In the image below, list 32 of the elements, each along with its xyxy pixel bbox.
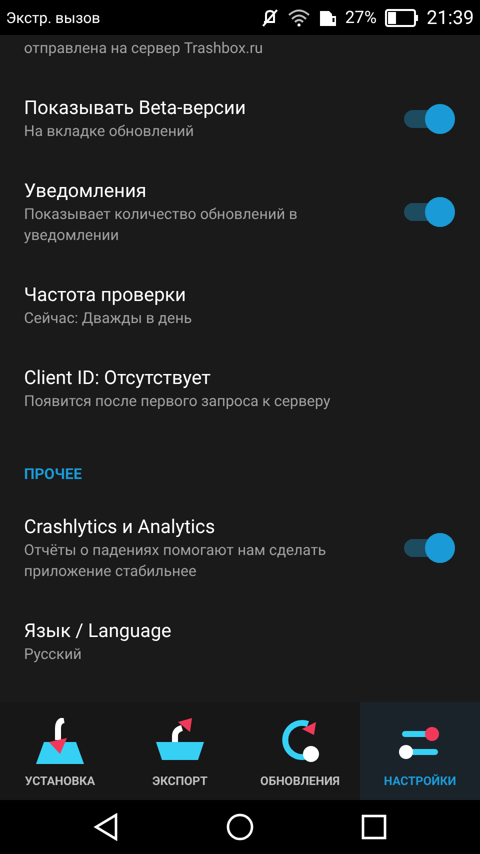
section-header: ПРОЧЕЕ: [23, 464, 83, 485]
muted-icon: [261, 8, 280, 28]
nav-tab[interactable]: УСТАНОВКА: [0, 702, 120, 800]
setting-title[interactable]: Частота проверки: [24, 282, 456, 308]
recents-icon[interactable]: [360, 814, 387, 840]
battery-percent: 27%: [345, 8, 377, 28]
setting-description: Отчёты о падениях помогают нам сделать приложение стабильнее: [24, 540, 328, 582]
carrier-label: Экстр. вызов: [6, 8, 100, 26]
setting-description: Русский: [24, 644, 83, 665]
battery-icon: [384, 8, 419, 26]
setting-title[interactable]: Client ID: Отсутствует: [24, 365, 456, 391]
toggle-switch[interactable]: [404, 532, 456, 564]
setting-description: На вкладке обновлений: [24, 121, 195, 142]
toggle-switch[interactable]: [404, 196, 456, 228]
home-icon[interactable]: [226, 813, 254, 841]
setting-description: отправлена на сервер Trashbox.ru: [24, 38, 264, 59]
setting-title[interactable]: Язык / Language: [24, 618, 456, 644]
nav-tab[interactable]: ОБНОВЛЕНИЯ: [240, 702, 360, 800]
wifi-icon: [287, 8, 312, 28]
nav-tab[interactable]: НАСТРОЙКИ: [360, 702, 480, 800]
tray-arrow-icon: [34, 718, 86, 764]
sim-icon: [319, 8, 338, 26]
nav-tab[interactable]: ЭКСПОРТ: [120, 702, 240, 800]
setting-title[interactable]: Crashlytics и Analytics: [24, 514, 388, 540]
setting-description: Показывает количество обновлений в уведомлении: [24, 204, 298, 246]
setting-title[interactable]: Показывать Beta-версии: [24, 95, 388, 121]
back-icon[interactable]: [93, 813, 120, 841]
toggle-switch[interactable]: [404, 102, 456, 134]
setting-description: Появится после первого запроса к серверу: [24, 391, 332, 412]
setting-title[interactable]: Уведомления: [24, 178, 388, 204]
setting-description: Сейчас: Дважды в день: [24, 308, 193, 329]
clock: 21:39: [426, 6, 474, 29]
